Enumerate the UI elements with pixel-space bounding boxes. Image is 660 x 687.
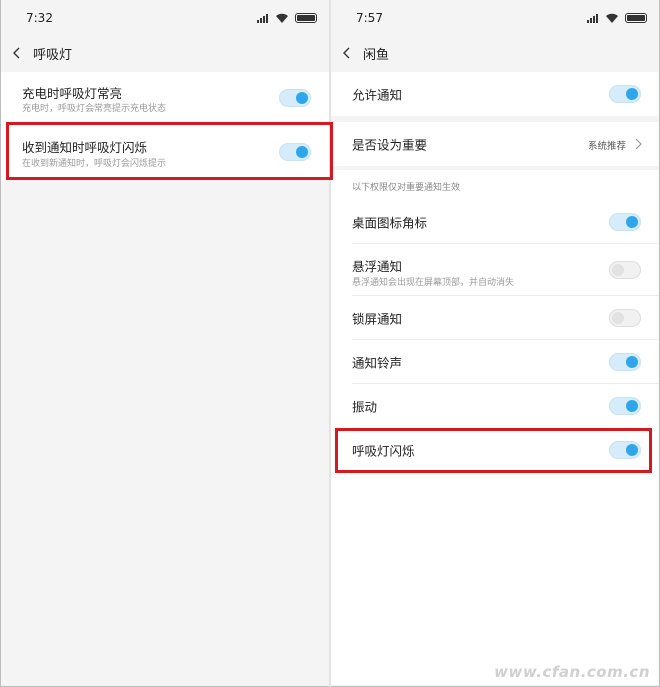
status-time: 7:57	[356, 11, 383, 25]
list-item-badge[interactable]: 桌面图标角标	[331, 200, 659, 244]
item-label: 振动	[352, 399, 378, 415]
item-label: 锁屏通知	[352, 311, 403, 327]
badge-toggle[interactable]	[609, 213, 641, 231]
vibration-toggle[interactable]	[609, 397, 641, 415]
chevron-right-icon	[635, 138, 642, 150]
signal-icon	[257, 13, 269, 23]
status-icons	[587, 12, 647, 24]
page-title: 闲鱼	[363, 48, 390, 63]
wifi-icon	[606, 13, 618, 23]
breathing-light-list: 充电时呼吸灯常亮 充电时，呼吸灯会常亮提示充电状态 收到通知时呼吸灯闪烁 在收到…	[1, 72, 329, 180]
status-bar: 7:32	[1, 0, 329, 36]
notification-blink-toggle[interactable]	[279, 143, 311, 161]
wifi-icon	[276, 13, 288, 23]
item-label: 收到通知时呼吸灯闪烁	[22, 140, 148, 155]
signal-icon	[587, 13, 599, 23]
section-hint: 以下权限仅对重要通知生效	[352, 183, 461, 193]
item-subtext: 充电时，呼吸灯会常亮提示充电状态	[22, 104, 167, 114]
item-label: 悬浮通知	[352, 259, 403, 274]
importance-group: 是否设为重要 系统推荐	[331, 122, 659, 166]
item-label: 通知铃声	[352, 355, 403, 371]
lockscreen-notification-toggle[interactable]	[609, 309, 641, 327]
list-item-notification-sound[interactable]: 通知铃声	[331, 340, 659, 384]
item-subtext: 悬浮通知会出现在屏幕顶部，并自动消失	[352, 278, 515, 288]
page-title: 呼吸灯	[33, 48, 73, 63]
important-permissions-group: 以下权限仅对重要通知生效 桌面图标角标 悬浮通知 悬浮通知会出现在屏幕顶部，并自…	[331, 170, 659, 685]
list-item-notification-blink[interactable]: 收到通知时呼吸灯闪烁 在收到新通知时，呼吸灯会闪烁提示	[1, 124, 329, 180]
status-icons	[257, 12, 317, 24]
importance-value: 系统推荐	[587, 141, 626, 152]
list-item-vibration[interactable]: 振动	[331, 384, 659, 428]
allow-notification-toggle[interactable]	[609, 85, 641, 103]
status-time: 7:32	[26, 11, 53, 25]
item-label: 桌面图标角标	[352, 215, 428, 231]
status-bar: 7:57	[331, 0, 659, 36]
list-item-allow-notification[interactable]: 允许通知	[331, 72, 659, 116]
list-item-charging-light[interactable]: 充电时呼吸灯常亮 充电时，呼吸灯会常亮提示充电状态	[1, 72, 329, 124]
floating-notification-toggle[interactable]	[609, 261, 641, 279]
battery-icon	[625, 13, 647, 23]
title-bar: 呼吸灯	[1, 36, 329, 70]
watermark: www.cfan.com.cn	[494, 663, 650, 681]
battery-icon	[295, 13, 317, 23]
left-screen: 7:32 呼吸灯 充电时呼吸灯常亮 充电时，呼吸灯会常亮提示充电状态 收到通知时…	[1, 0, 329, 685]
back-arrow-icon[interactable]	[10, 46, 24, 60]
item-label: 允许通知	[352, 87, 403, 103]
item-label: 呼吸灯闪烁	[352, 443, 415, 459]
right-screen: 7:57 闲鱼 允许通知 是否设为重要 系统推荐 以下权限仅对重要通知生效 桌面…	[331, 0, 659, 685]
item-label: 是否设为重要	[352, 137, 428, 153]
list-item-breathing-light-blink[interactable]: 呼吸灯闪烁	[331, 428, 659, 472]
list-item-set-important[interactable]: 是否设为重要 系统推荐	[331, 122, 659, 166]
charging-light-toggle[interactable]	[279, 89, 311, 107]
back-arrow-icon[interactable]	[340, 46, 354, 60]
item-label: 充电时呼吸灯常亮	[22, 86, 123, 101]
breathing-light-blink-toggle[interactable]	[609, 441, 641, 459]
list-item-lockscreen-notification[interactable]: 锁屏通知	[331, 296, 659, 340]
item-subtext: 在收到新通知时，呼吸灯会闪烁提示	[22, 159, 167, 169]
list-item-floating-notification[interactable]: 悬浮通知 悬浮通知会出现在屏幕顶部，并自动消失	[331, 244, 659, 296]
title-bar: 闲鱼	[331, 36, 659, 70]
allow-notification-group: 允许通知	[331, 72, 659, 116]
notification-sound-toggle[interactable]	[609, 353, 641, 371]
